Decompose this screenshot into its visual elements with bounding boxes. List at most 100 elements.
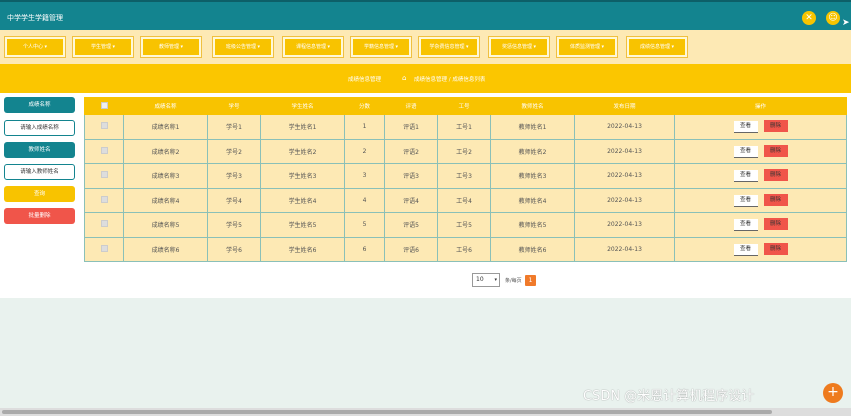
cell-grade-name: 成绩名称1	[123, 114, 208, 140]
row-checkbox[interactable]	[84, 236, 124, 262]
view-button[interactable]: 查看	[733, 219, 758, 232]
cell-student-no: 学号1	[207, 114, 261, 140]
col-header-grade-name: 成绩名称	[123, 97, 208, 115]
scrollbar-thumb[interactable]	[2, 410, 772, 414]
delete-button[interactable]: 删除	[763, 169, 788, 182]
cell-student-no: 学号5	[207, 212, 261, 238]
cell-publish-date: 2022-04-13	[574, 236, 675, 262]
horizontal-scrollbar[interactable]	[0, 408, 851, 416]
cell-teacher-name: 教师姓名3	[490, 163, 575, 189]
cell-work-no: 工号2	[437, 138, 491, 164]
col-header-score: 分数	[344, 97, 385, 115]
cell-actions: 查看 删除	[674, 187, 847, 213]
cell-publish-date: 2022-04-13	[574, 114, 675, 140]
view-button[interactable]: 查看	[733, 194, 758, 207]
cell-student-name: 学生姓名1	[260, 114, 345, 140]
col-header-comment: 评语	[384, 97, 438, 115]
current-page-button[interactable]: 1	[525, 275, 536, 286]
batch-delete-button[interactable]: 批量删除	[4, 208, 75, 224]
table-row: 成绩名称4 学号4 学生姓名4 4 评语4 工号4 教师姓名4 2022-04-…	[84, 187, 847, 213]
cell-actions: 查看 删除	[674, 114, 847, 140]
cell-actions: 查看 删除	[674, 138, 847, 164]
cell-publish-date: 2022-04-13	[574, 163, 675, 189]
nav-item-enrollment[interactable]: 学籍信息管理 ▾	[350, 36, 412, 58]
cell-publish-date: 2022-04-13	[574, 187, 675, 213]
col-header-publish-date: 发布日期	[574, 97, 675, 115]
cell-grade-name: 成绩名称6	[123, 236, 208, 262]
select-all-checkbox[interactable]	[84, 97, 124, 115]
grade-name-search-input[interactable]: 请输入成绩名称	[4, 120, 75, 136]
cell-comment: 评语2	[384, 138, 438, 164]
app-title: 中学学生学籍管理	[7, 14, 63, 22]
nav-item-personal-center[interactable]: 个人中心 ▾	[4, 36, 66, 58]
grades-table: 成绩名称 学号 学生姓名 分数 评语 工号 教师姓名 发布日期 操作 成绩名称1…	[84, 97, 847, 262]
nav-item-rewards[interactable]: 奖惩信息管理 ▾	[488, 36, 550, 58]
home-icon[interactable]: ⌂	[402, 74, 406, 82]
cell-score: 2	[344, 138, 385, 164]
view-button[interactable]: 查看	[733, 170, 758, 183]
cell-grade-name: 成绩名称3	[123, 163, 208, 189]
cell-teacher-name: 教师姓名4	[490, 187, 575, 213]
cell-teacher-name: 教师姓名5	[490, 212, 575, 238]
app-header: 中学学生学籍管理 ✕ ☺ ➤	[0, 0, 851, 30]
cell-work-no: 工号5	[437, 212, 491, 238]
nav-item-courses[interactable]: 课程信息管理 ▾	[282, 36, 344, 58]
cell-publish-date: 2022-04-13	[574, 138, 675, 164]
delete-button[interactable]: 删除	[763, 218, 788, 231]
col-header-student-name: 学生姓名	[260, 97, 345, 115]
cell-student-name: 学生姓名6	[260, 236, 345, 262]
user-icon[interactable]: ☺	[826, 11, 840, 25]
cell-work-no: 工号4	[437, 187, 491, 213]
cell-score: 5	[344, 212, 385, 238]
cell-actions: 查看 删除	[674, 236, 847, 262]
nav-item-fitness[interactable]: 体质监测管理 ▾	[556, 36, 618, 58]
nav-item-fees[interactable]: 学杂费信息管理 ▾	[418, 36, 480, 58]
row-checkbox[interactable]	[84, 212, 124, 238]
col-header-student-no: 学号	[207, 97, 261, 115]
row-checkbox[interactable]	[84, 163, 124, 189]
view-button[interactable]: 查看	[733, 243, 758, 256]
cell-publish-date: 2022-04-13	[574, 212, 675, 238]
cell-comment: 评语5	[384, 212, 438, 238]
row-checkbox[interactable]	[84, 114, 124, 140]
cell-grade-name: 成绩名称4	[123, 187, 208, 213]
cell-comment: 评语4	[384, 187, 438, 213]
teacher-name-search-input[interactable]: 请输入教师姓名	[4, 164, 75, 180]
cell-work-no: 工号1	[437, 114, 491, 140]
cell-comment: 评语3	[384, 163, 438, 189]
chevron-down-icon: ▾	[494, 277, 497, 283]
nav-item-grades[interactable]: 成绩信息管理 ▾	[626, 36, 688, 58]
cell-grade-name: 成绩名称5	[123, 212, 208, 238]
delete-button[interactable]: 删除	[763, 120, 788, 133]
cell-student-no: 学号3	[207, 163, 261, 189]
cell-student-name: 学生姓名2	[260, 138, 345, 164]
grade-name-label: 成绩名称	[4, 97, 75, 113]
cell-grade-name: 成绩名称2	[123, 138, 208, 164]
view-button[interactable]: 查看	[733, 145, 758, 158]
scroll-top-button[interactable]: +	[823, 383, 843, 403]
cell-score: 6	[344, 236, 385, 262]
table-row: 成绩名称1 学号1 学生姓名1 1 评语1 工号1 教师姓名1 2022-04-…	[84, 114, 847, 140]
delete-button[interactable]: 删除	[763, 144, 788, 157]
table-row: 成绩名称5 学号5 学生姓名5 5 评语5 工号5 教师姓名5 2022-04-…	[84, 212, 847, 238]
delete-button[interactable]: 删除	[763, 242, 788, 255]
cell-student-name: 学生姓名4	[260, 187, 345, 213]
cell-teacher-name: 教师姓名1	[490, 114, 575, 140]
table-header-row: 成绩名称 学号 学生姓名 分数 评语 工号 教师姓名 发布日期 操作	[84, 97, 847, 115]
row-checkbox[interactable]	[84, 187, 124, 213]
cell-score: 4	[344, 187, 385, 213]
view-button[interactable]: 查看	[733, 121, 758, 134]
page-size-select[interactable]: 10 ▾	[472, 273, 500, 287]
cell-actions: 查看 删除	[674, 212, 847, 238]
close-icon[interactable]: ✕	[802, 11, 816, 25]
cell-teacher-name: 教师姓名6	[490, 236, 575, 262]
row-checkbox[interactable]	[84, 138, 124, 164]
nav-item-students[interactable]: 学生管理 ▾	[72, 36, 134, 58]
mouse-cursor-icon: ➤	[842, 18, 850, 28]
delete-button[interactable]: 删除	[763, 193, 788, 206]
nav-item-teachers[interactable]: 教师管理 ▾	[140, 36, 202, 58]
cell-comment: 评语6	[384, 236, 438, 262]
search-button[interactable]: 查询	[4, 186, 75, 202]
nav-item-class-notice[interactable]: 班级公告管理 ▾	[212, 36, 274, 58]
cell-student-name: 学生姓名5	[260, 212, 345, 238]
